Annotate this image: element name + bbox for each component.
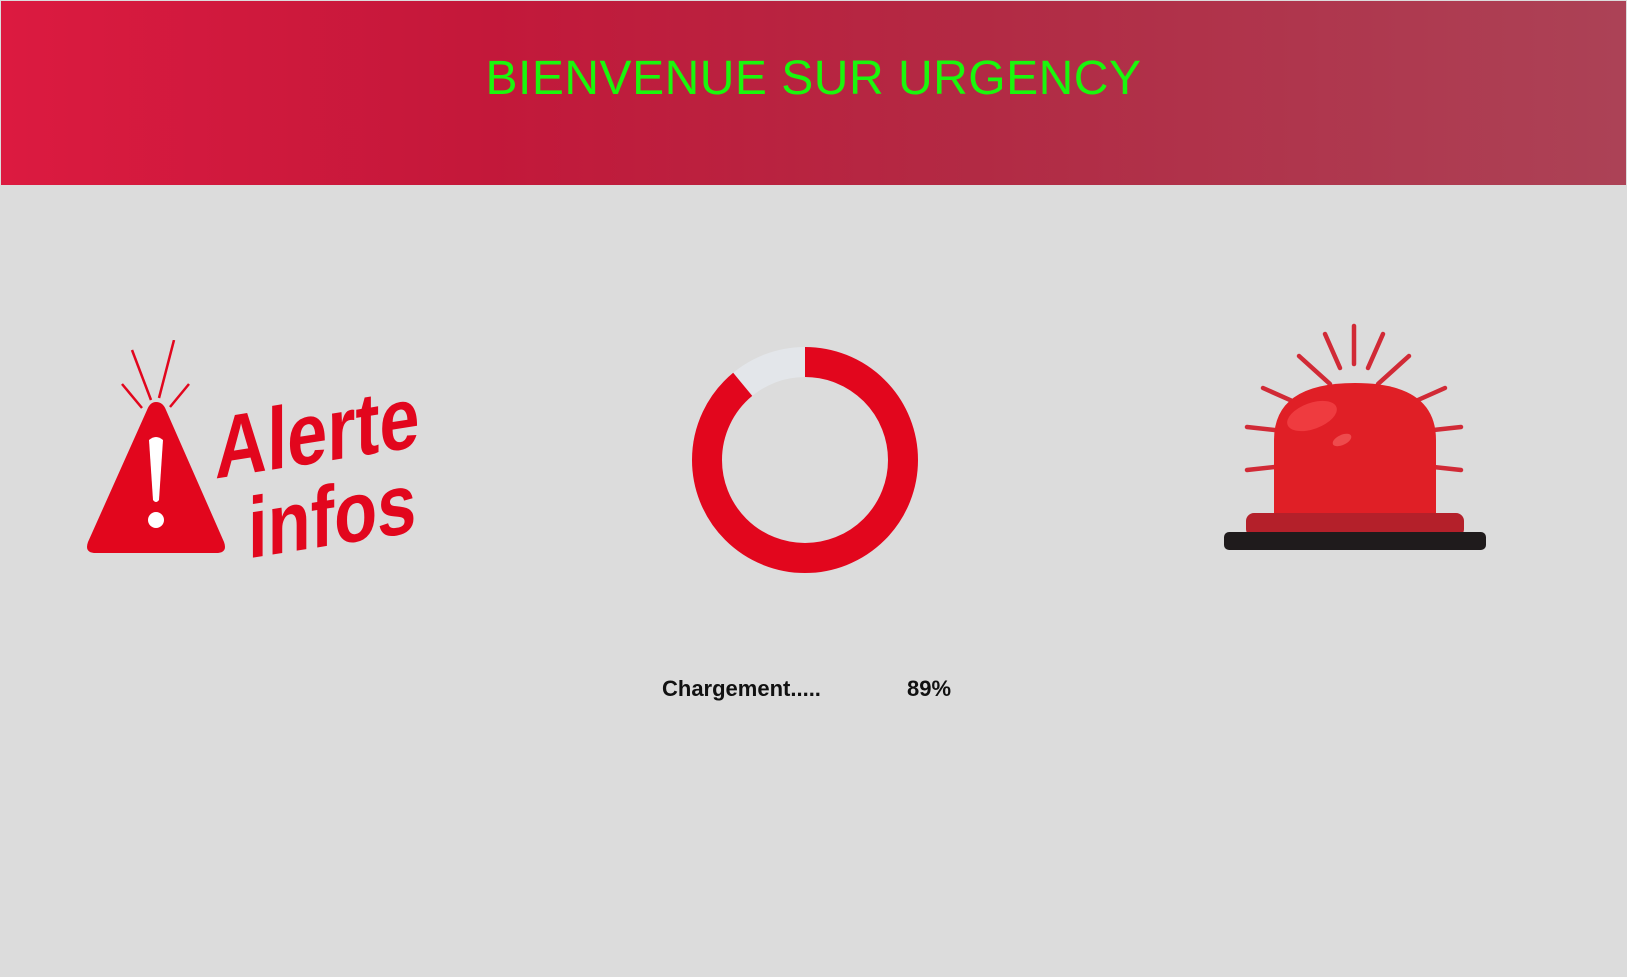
page-title: BIENVENUE SUR URGENCY (485, 52, 1142, 105)
warning-triangle-icon (87, 340, 225, 553)
alerte-infos-logo: Alerte infos (87, 340, 420, 577)
loading-percent: 89% (907, 676, 952, 701)
header-banner: BIENVENUE SUR URGENCY (1, 1, 1626, 185)
siren-icon (1224, 323, 1486, 550)
loading-ring-progress (692, 347, 918, 573)
loading-ring (692, 347, 918, 573)
loading-label: Chargement..... (662, 676, 821, 701)
